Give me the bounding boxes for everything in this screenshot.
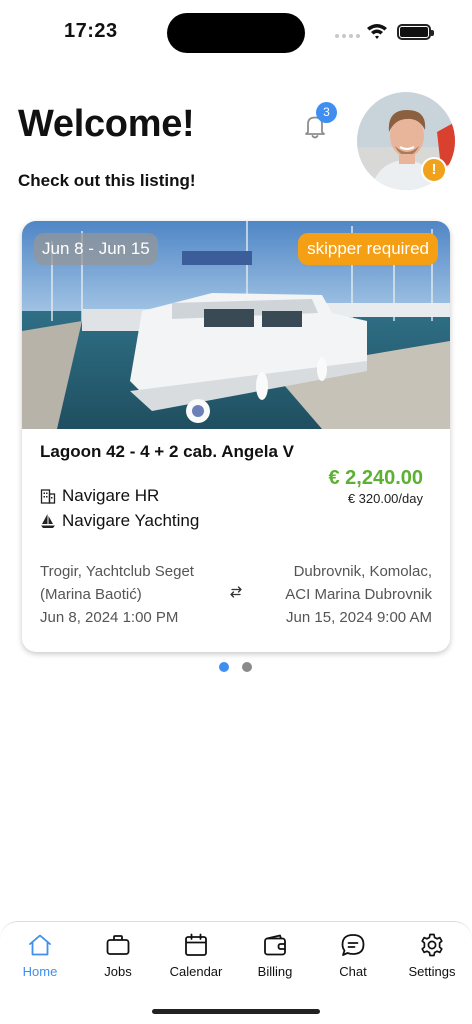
date-range-chip: Jun 8 - Jun 15 bbox=[34, 233, 158, 265]
tab-settings-label: Settings bbox=[408, 964, 456, 979]
status-time: 17:23 bbox=[64, 20, 118, 42]
pager-dot-2[interactable] bbox=[242, 662, 252, 672]
arrival-location-line2: ACI Marina Dubrovnik bbox=[285, 586, 432, 603]
listing-card[interactable]: Jun 8 - Jun 15 skipper required Lagoon 4… bbox=[22, 221, 450, 652]
chat-bubble-icon bbox=[341, 934, 365, 956]
company-row: Navigare HR bbox=[40, 486, 159, 506]
tab-calendar[interactable]: Calendar bbox=[160, 932, 232, 979]
tab-chat[interactable]: Chat bbox=[317, 932, 389, 979]
page-title: Welcome! bbox=[18, 103, 195, 145]
briefcase-icon bbox=[106, 935, 130, 955]
sailboat-icon bbox=[41, 514, 55, 528]
house-icon bbox=[29, 934, 51, 956]
listing-title: Lagoon 42 - 4 + 2 cab. Angela V bbox=[40, 442, 294, 461]
arrival-location-line1: Dubrovnik, Komolac, bbox=[293, 563, 432, 580]
tab-chat-label: Chat bbox=[339, 964, 367, 979]
departure-location-line1: Trogir, Yachtclub Seget bbox=[40, 563, 194, 580]
pager-dot-1[interactable] bbox=[219, 662, 229, 672]
dynamic-island bbox=[167, 13, 305, 53]
carousel-pager bbox=[219, 662, 252, 672]
gear-icon bbox=[421, 933, 443, 957]
departure-location-line2: (Marina Baotić) bbox=[40, 586, 142, 603]
page-subtitle: Check out this listing! bbox=[18, 171, 196, 190]
swap-arrows-icon bbox=[230, 586, 242, 598]
agency-name: Navigare Yachting bbox=[62, 511, 200, 530]
home-indicator bbox=[152, 1009, 320, 1014]
departure-info: Trogir, Yachtclub Seget (Marina Baotić) … bbox=[40, 560, 194, 629]
wifi-icon bbox=[367, 24, 387, 39]
departure-datetime: Jun 8, 2024 1:00 PM bbox=[40, 609, 179, 626]
tab-calendar-label: Calendar bbox=[169, 964, 223, 979]
tab-settings[interactable]: Settings bbox=[396, 932, 468, 979]
total-price: € 2,240.00 bbox=[328, 467, 423, 489]
arrival-info: Dubrovnik, Komolac, ACI Marina Dubrovnik… bbox=[285, 560, 432, 629]
agency-row: Navigare Yachting bbox=[40, 511, 199, 531]
battery-icon bbox=[397, 24, 434, 40]
tab-home-label: Home bbox=[22, 964, 58, 979]
calendar-icon bbox=[185, 933, 207, 956]
price-per-day: € 320.00/day bbox=[347, 491, 423, 506]
cellular-signal-icon bbox=[335, 34, 360, 38]
tab-jobs[interactable]: Jobs bbox=[82, 932, 154, 979]
arrival-datetime: Jun 15, 2024 9:00 AM bbox=[286, 609, 432, 626]
wallet-icon bbox=[264, 934, 286, 956]
building-icon bbox=[40, 489, 56, 504]
company-name: Navigare HR bbox=[62, 486, 160, 505]
skipper-required-badge: skipper required bbox=[298, 233, 438, 265]
tab-billing[interactable]: Billing bbox=[239, 932, 311, 979]
tab-jobs-label: Jobs bbox=[104, 964, 132, 979]
avatar-alert-badge: ! bbox=[421, 157, 447, 183]
tab-home[interactable]: Home bbox=[4, 932, 76, 979]
tab-billing-label: Billing bbox=[257, 964, 293, 979]
notification-badge: 3 bbox=[316, 102, 337, 123]
status-bar: 17:23 bbox=[0, 0, 472, 62]
